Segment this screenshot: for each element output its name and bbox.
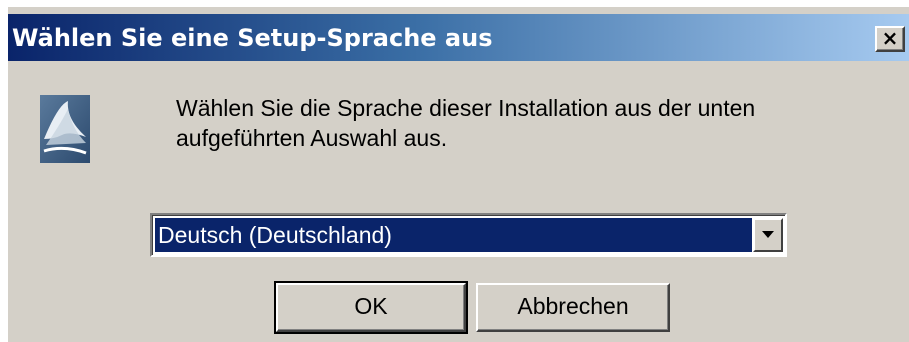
close-button[interactable]: × bbox=[875, 26, 905, 52]
instruction-text: Wählen Sie die Sprache dieser Installati… bbox=[176, 95, 756, 151]
title-bar: Wählen Sie eine Setup-Sprache aus × bbox=[8, 14, 909, 61]
ok-button[interactable]: OK bbox=[274, 281, 468, 334]
window-title: Wählen Sie eine Setup-Sprache aus bbox=[12, 24, 493, 52]
chevron-down-icon bbox=[762, 231, 774, 238]
language-dialog: Wählen Sie eine Setup-Sprache aus × Wähl… bbox=[6, 5, 909, 342]
cancel-button[interactable]: Abbrechen bbox=[476, 283, 670, 332]
setup-icon bbox=[40, 95, 90, 163]
language-select[interactable]: Deutsch (Deutschland) bbox=[150, 213, 787, 257]
dropdown-arrow-button[interactable] bbox=[753, 218, 783, 252]
language-select-value[interactable]: Deutsch (Deutschland) bbox=[155, 218, 752, 252]
